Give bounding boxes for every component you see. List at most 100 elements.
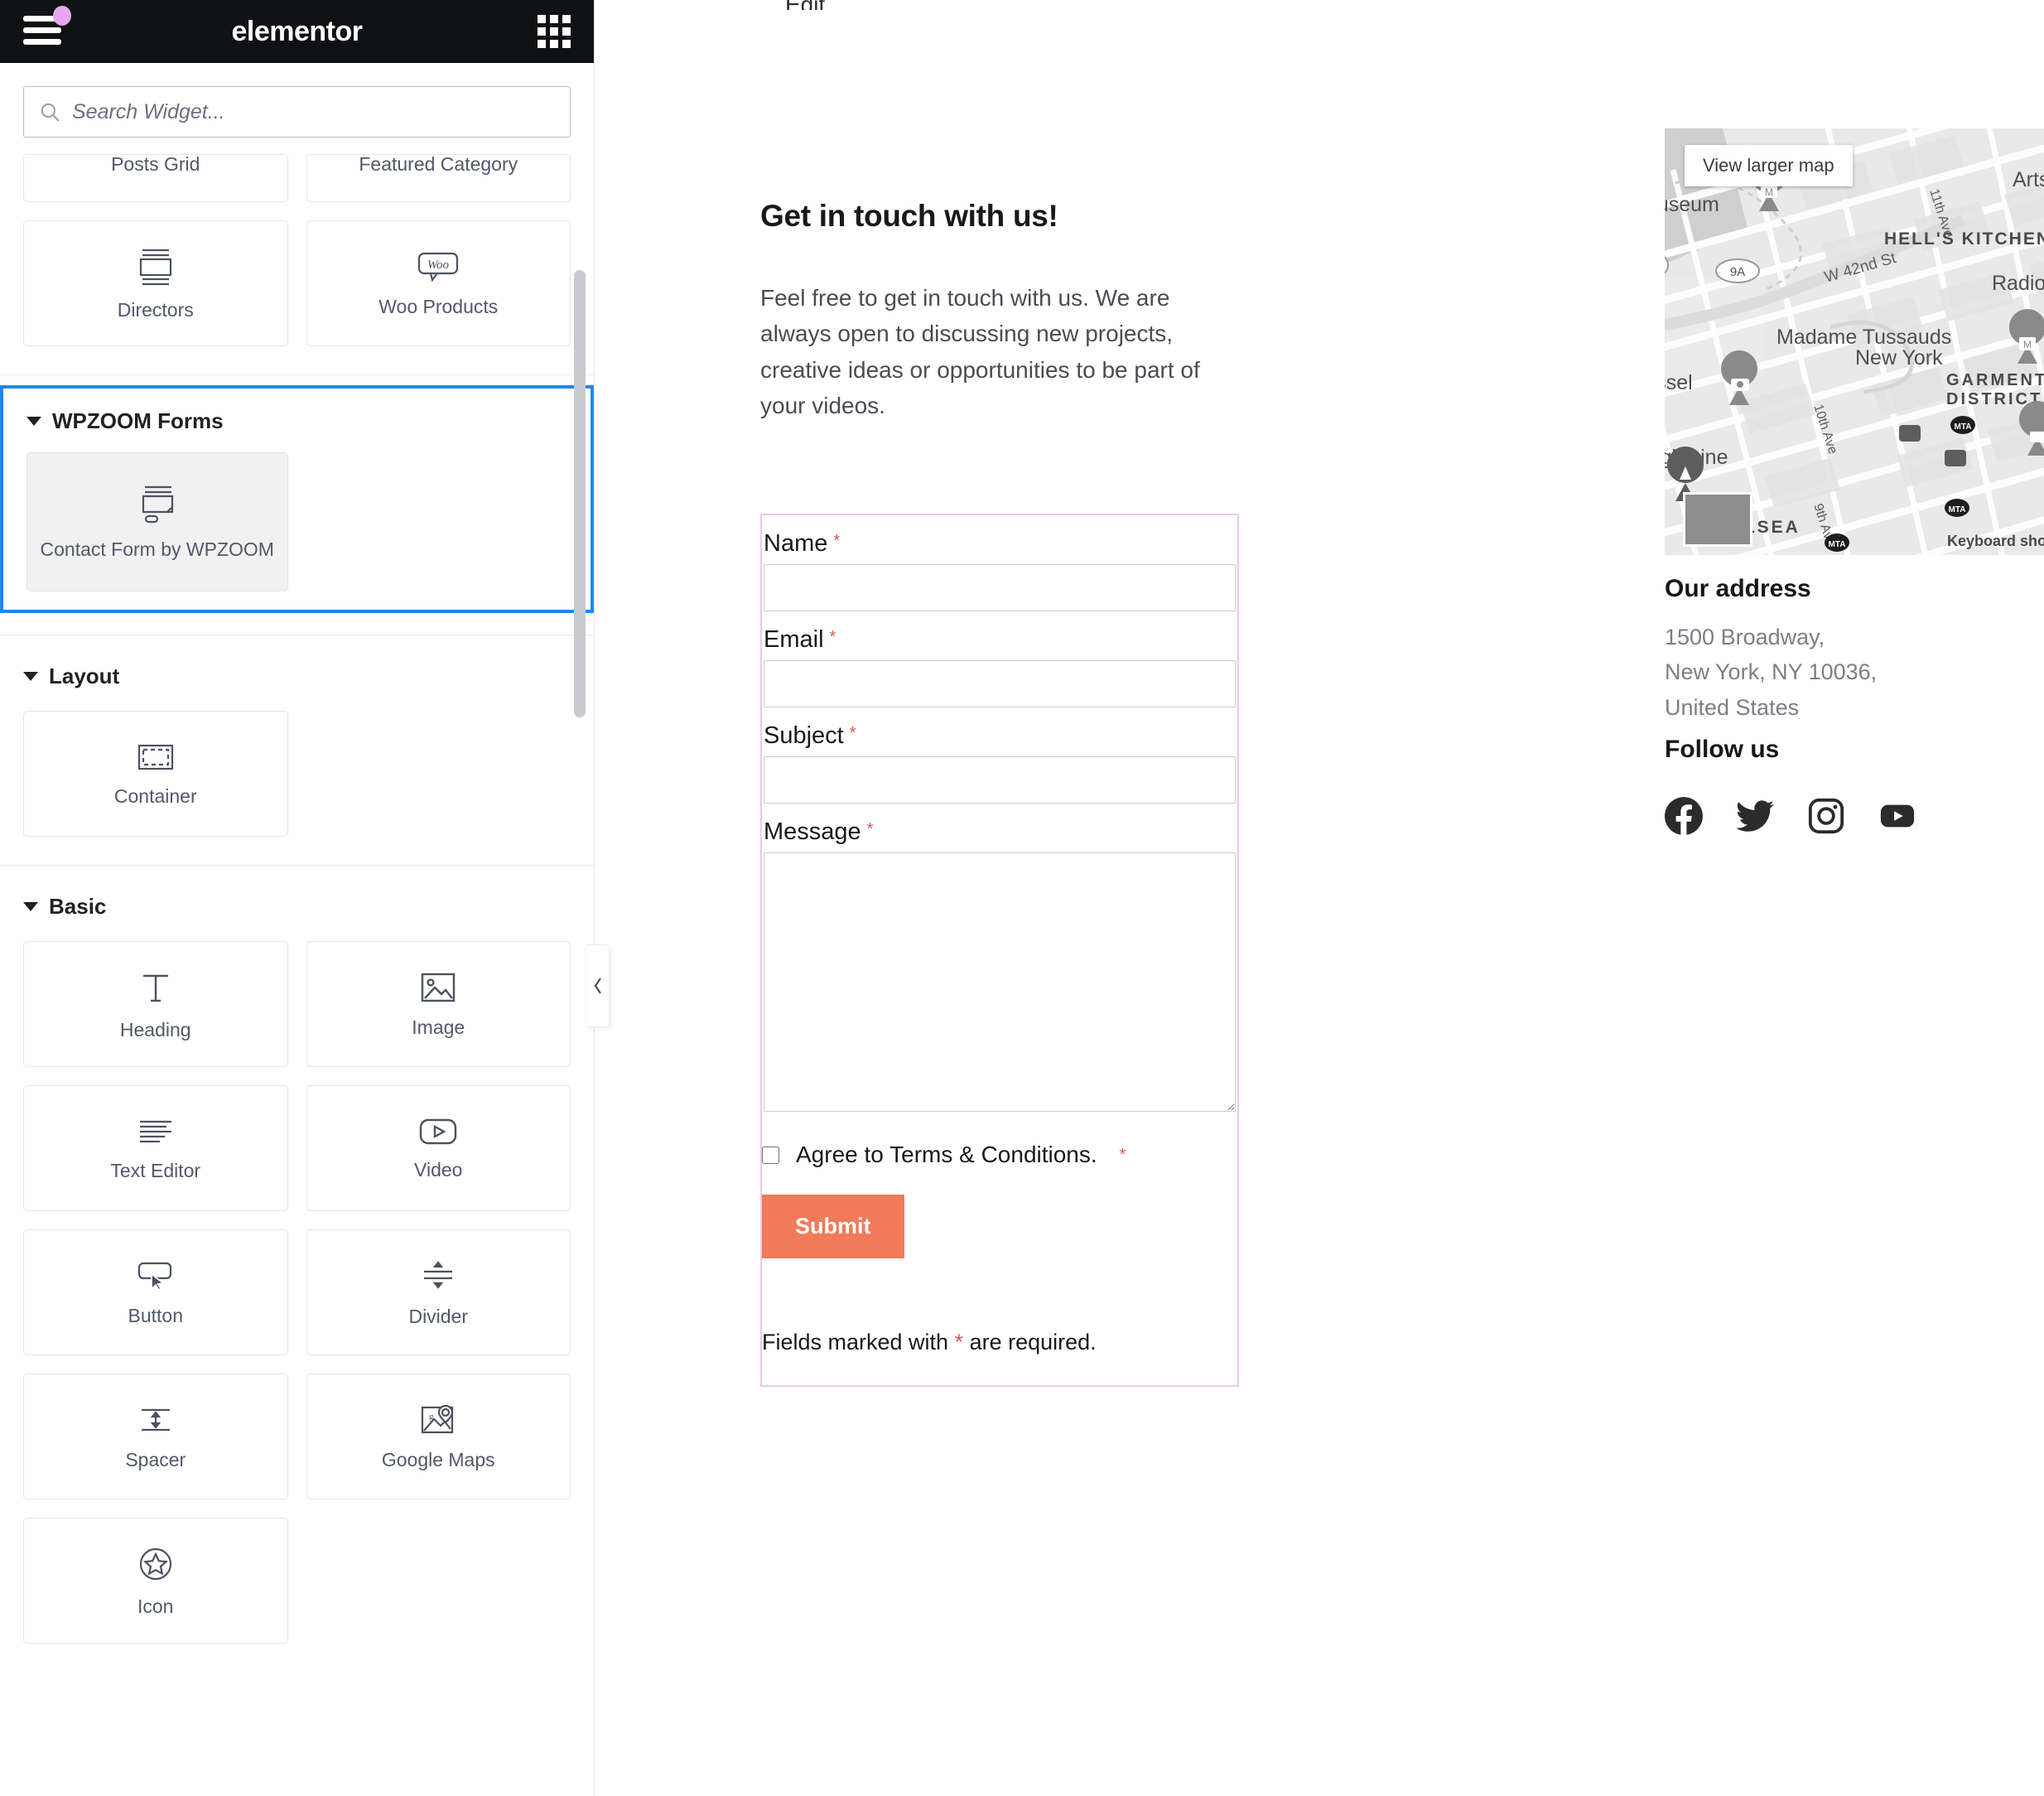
section-title-label: WPZOOM Forms [52,408,224,434]
follow-us-block: Follow us [1665,736,1916,835]
widget-label: Button [128,1305,184,1327]
panel-scrollbar-thumb[interactable] [574,270,586,717]
basic-widget-grid: Heading Image Text E [0,941,594,1644]
required-fields-note: Fields marked with * are required. [762,1330,1237,1355]
svg-text:GARMENT: GARMENT [1946,371,2044,389]
widget-directors[interactable]: Directors [23,220,288,346]
widget-panel-sidebar: elementor Posts Grid [0,0,595,1796]
chevron-left-icon [591,975,605,997]
keyboard-shortcuts-label[interactable]: Keyboard shortcuts [1947,533,2044,550]
widget-label: Icon [137,1596,173,1618]
subject-input[interactable] [764,756,1236,804]
section-title-label: Layout [49,664,119,689]
clipped-widget-row: Posts Grid Featured Category [0,154,594,202]
svg-text:Madame Tussauds: Madame Tussauds [1776,326,1951,349]
widget-spacer[interactable]: Spacer [23,1374,288,1499]
search-input[interactable] [72,100,555,124]
required-marker: * [955,1330,964,1354]
svg-text:MTA: MTA [1949,505,1966,514]
svg-text:Woo: Woo [427,258,450,272]
agree-terms-checkbox[interactable] [762,1147,779,1164]
email-input[interactable] [764,660,1236,707]
widget-label: Container [114,785,197,808]
address-block: Our address 1500 Broadway, New York, NY … [1665,575,2044,722]
widget-label: Woo Products [378,296,498,318]
widget-contact-form-by-wpzoom[interactable]: Contact Form by WPZOOM [27,452,288,591]
star-icon [136,1544,176,1584]
required-marker: * [830,628,836,646]
container-icon [135,741,176,774]
field-label: Name [764,515,827,564]
contact-form-icon [134,484,181,527]
notification-dot [53,6,71,26]
field-label: Message [764,804,861,852]
widget-google-maps[interactable]: g Google Maps [306,1374,571,1499]
widget-divider[interactable]: Divider [306,1229,571,1355]
widget-container[interactable]: Container [23,711,288,837]
required-marker: * [850,724,856,742]
collapse-panel-button[interactable] [586,944,610,1027]
map-street-view-thumbnail[interactable] [1683,492,1752,547]
directors-icon [133,246,179,287]
note-prefix: Fields marked with [762,1330,955,1354]
image-icon [418,970,458,1005]
name-input[interactable] [764,564,1236,611]
form-field-message: Message* [762,804,1237,1112]
widget-label: Image [412,1016,465,1039]
divider-icon [418,1258,458,1294]
address-line-2: New York, NY 10036, [1665,658,2044,686]
search-widget-box[interactable] [23,86,571,138]
svg-text:9A: 9A [1730,265,1745,279]
widget-featured-category[interactable]: Featured Category [306,154,571,202]
widget-icon[interactable]: Icon [23,1518,288,1644]
svg-text:Museum: Museum [1665,193,1719,216]
facebook-icon[interactable] [1665,797,1703,835]
search-widget-container [0,63,594,146]
svg-text:M: M [2023,339,2032,350]
field-label: Subject [764,707,844,756]
form-field-email: Email* [762,611,1237,707]
widget-woo-products[interactable]: Woo Woo Products [306,220,571,346]
widget-label: Text Editor [110,1160,200,1182]
section-header-layout[interactable]: Layout [0,635,594,711]
svg-text:Radio City M: Radio City M [1992,272,2044,295]
form-field-subject: Subject * [762,707,1237,804]
google-map-embed[interactable]: 495 9A W 42nd St 11th Ave 10th Ave 9th A… [1665,128,2044,555]
submit-button[interactable]: Submit [762,1195,904,1258]
svg-text:HELL'S KITCHEN: HELL'S KITCHEN [1884,229,2044,249]
section-wpzoom-forms: WPZOOM Forms Contact Form by WPZOOM [0,385,594,613]
widget-label: Posts Grid [111,153,200,176]
apps-grid-icon[interactable] [538,15,571,48]
view-larger-map-button[interactable]: View larger map [1685,145,1853,186]
text-editor-icon [135,1115,176,1148]
youtube-icon[interactable] [1878,797,1916,835]
widget-label: Video [414,1159,462,1181]
section-header-basic[interactable]: Basic [0,866,594,941]
widget-label: Google Maps [382,1449,495,1471]
widget-image[interactable]: Image [306,941,571,1067]
search-icon [39,101,60,123]
widget-video[interactable]: Video [306,1085,571,1211]
message-textarea[interactable] [764,852,1236,1112]
widget-text-editor[interactable]: Text Editor [23,1085,288,1211]
follow-us-title: Follow us [1665,736,1916,764]
contact-form: Name* Email* Subject* Message* Agree to … [760,514,1239,1387]
hero-paragraph: Feel free to get in touch with us. We ar… [760,280,1241,424]
widget-button[interactable]: Button [23,1229,288,1355]
agree-terms-row: Agree to Terms & Conditions. * [762,1142,1237,1168]
section-header-wpzoom-forms[interactable]: WPZOOM Forms [3,389,591,452]
widget-label: Heading [120,1019,191,1041]
twitter-icon[interactable] [1736,797,1774,835]
widget-label: Contact Form by WPZOOM [41,538,274,561]
widget-posts-grid[interactable]: Posts Grid [23,154,288,202]
widget-heading[interactable]: Heading [23,941,288,1067]
widget-label: Divider [408,1306,468,1328]
svg-text:MTA: MTA [1829,540,1846,549]
widget-list-scroll-area: Posts Grid Featured Category Directors [0,146,594,1796]
agree-terms-label: Agree to Terms & Conditions. [796,1142,1097,1168]
required-marker: * [1120,1146,1126,1165]
social-links-row [1665,797,1916,835]
instagram-icon[interactable] [1807,797,1845,835]
form-field-name: Name* [762,515,1237,611]
hamburger-icon[interactable] [23,16,61,47]
